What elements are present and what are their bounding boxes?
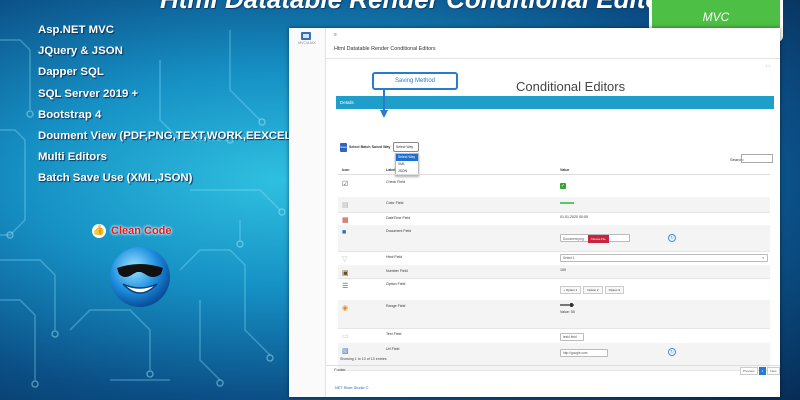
footer-divider <box>326 365 780 366</box>
column-value[interactable]: Value <box>560 168 569 172</box>
range-slider[interactable] <box>560 303 574 307</box>
column-label[interactable]: Label <box>386 168 395 172</box>
field-type-icon: ☑ <box>342 181 349 188</box>
dropdown-option[interactable]: Select Way <box>396 154 418 161</box>
field-value <box>560 200 574 204</box>
field-type-icon: ▽ <box>342 256 348 263</box>
save-way-label: Select Batch Saved Way <box>349 145 391 149</box>
option-button[interactable]: • Option 1 <box>560 286 582 294</box>
search-input[interactable] <box>741 154 773 163</box>
chevron-down-icon: ▾ <box>762 256 764 260</box>
table-row: ☑ Check Field ✓ <box>338 176 770 198</box>
clean-code-badge: 👍 Clean Code <box>92 224 172 238</box>
field-label: Text Field <box>386 332 402 336</box>
checkbox[interactable]: ✓ <box>560 183 566 189</box>
field-type-icon: ▤ <box>342 202 349 209</box>
prev-page-button[interactable]: Previous <box>740 367 758 375</box>
field-label: Html Field <box>386 255 403 259</box>
corner-mark: • • <box>766 63 770 68</box>
field-value: ✓ <box>560 183 566 189</box>
logo-icon <box>301 32 311 40</box>
field-value: http://google.com ↻ <box>560 348 676 357</box>
banner-title: Html Datatable Render Conditional Editor… <box>160 0 686 15</box>
table-row: ◉ Range Field Value: 50 <box>338 300 770 329</box>
option-button[interactable]: Option 2 <box>583 286 603 294</box>
field-type-icon: ▣ <box>342 270 349 277</box>
field-value: 01.01.2020 00:00 <box>560 215 588 219</box>
details-card: Details Save Select Batch Saved Way Sele… <box>336 96 780 396</box>
cool-smiley-icon <box>110 247 170 307</box>
table-row: ▧ Url Field http://google.com ↻ <box>338 343 770 371</box>
field-value: 100 <box>560 268 566 272</box>
table-header: Icon Label Value <box>338 166 770 175</box>
card-title: Details <box>340 100 354 105</box>
color-picker[interactable] <box>560 202 574 204</box>
table-row: ▣ Number Field 100 <box>338 265 770 279</box>
field-text: 01.01.2020 00:00 <box>560 215 588 219</box>
logo-text: MVC/AJAX <box>298 41 316 45</box>
page-heading: Conditional Editors <box>516 79 626 94</box>
field-label: Number Field <box>386 269 408 273</box>
table-row: ☰ Option Field • Option 1 Option 2 Option 3 <box>338 278 770 301</box>
table-row: ▦ DateTime Field 01.01.2020 00:00 <box>338 212 770 226</box>
field-label: Document Field <box>386 229 412 233</box>
file-name: Document.png <box>563 236 584 241</box>
field-type-icon: ◉ <box>342 305 349 312</box>
field-value: Value: 50 <box>560 303 575 314</box>
footer-link[interactable]: .NET Rider Studio © <box>334 386 368 390</box>
app-window: MVC/AJAX ≡ Html Datatable Render Conditi… <box>289 28 780 397</box>
app-title: Html Datatable Render Conditional Editor… <box>334 46 436 52</box>
field-label: DateTime Field <box>386 216 411 220</box>
field-type-icon: ▭ <box>342 333 349 340</box>
field-label: Range Field <box>386 304 406 308</box>
mvc-label: MVC <box>702 10 730 24</box>
field-label: Check Field <box>386 180 405 184</box>
html-select[interactable]: Select 1 ▾ <box>560 254 768 262</box>
pagination: Previous 1 Next <box>740 367 780 375</box>
refresh-icon[interactable]: ↻ <box>668 234 676 242</box>
table-row: ▤ Color Field <box>338 197 770 213</box>
refresh-icon[interactable]: ↻ <box>668 348 676 356</box>
range-value: Value: 50 <box>560 310 575 314</box>
clean-code-label: Clean Code <box>111 225 172 237</box>
save-button[interactable]: Save <box>340 143 347 152</box>
field-label: Url Field <box>386 347 400 351</box>
field-label: Option Field <box>386 282 406 286</box>
header-divider <box>326 58 780 59</box>
table-row: ▽ Html Field Select 1 ▾ <box>338 251 770 266</box>
field-value: Document.png Choose File ↻ <box>560 234 676 243</box>
field-type-icon: ■ <box>342 229 347 236</box>
field-text: 100 <box>560 268 566 272</box>
save-way-select[interactable]: Select Way <box>393 142 419 152</box>
footer: Footer <box>334 367 346 372</box>
select-value: Select 1 <box>563 256 575 260</box>
url-input[interactable]: http://google.com <box>560 349 608 357</box>
field-label: Color Field <box>386 201 404 205</box>
field-value: Select 1 ▾ <box>560 254 768 262</box>
callout-arrow <box>380 88 388 118</box>
field-type-icon: ▦ <box>342 217 349 224</box>
page-1-button[interactable]: 1 <box>758 367 767 375</box>
field-value: • Option 1 Option 2 Option 3 <box>560 286 626 294</box>
field-type-icon: ☰ <box>342 283 349 290</box>
column-icon[interactable]: Icon <box>342 168 349 172</box>
table-row: ▭ Text Field test4 field <box>338 328 770 344</box>
table-row: ■ Document Field Document.png Choose File ↻ <box>338 225 770 252</box>
sidebar: MVC/AJAX <box>289 28 326 397</box>
thumbs-up-icon: 👍 <box>92 224 106 238</box>
option-button[interactable]: Option 3 <box>604 286 624 294</box>
entries-info: Showing 1 to 10 of 10 entries <box>340 357 387 361</box>
choose-file-button[interactable]: Choose File <box>587 235 609 243</box>
document-file-input[interactable]: Document.png Choose File <box>560 234 630 243</box>
text-input[interactable]: test4 field <box>560 333 584 341</box>
menu-icon[interactable]: ≡ <box>334 32 337 38</box>
field-type-icon: ▧ <box>342 348 349 355</box>
field-value: test4 field <box>560 333 584 341</box>
next-page-button[interactable]: Next <box>767 367 780 375</box>
